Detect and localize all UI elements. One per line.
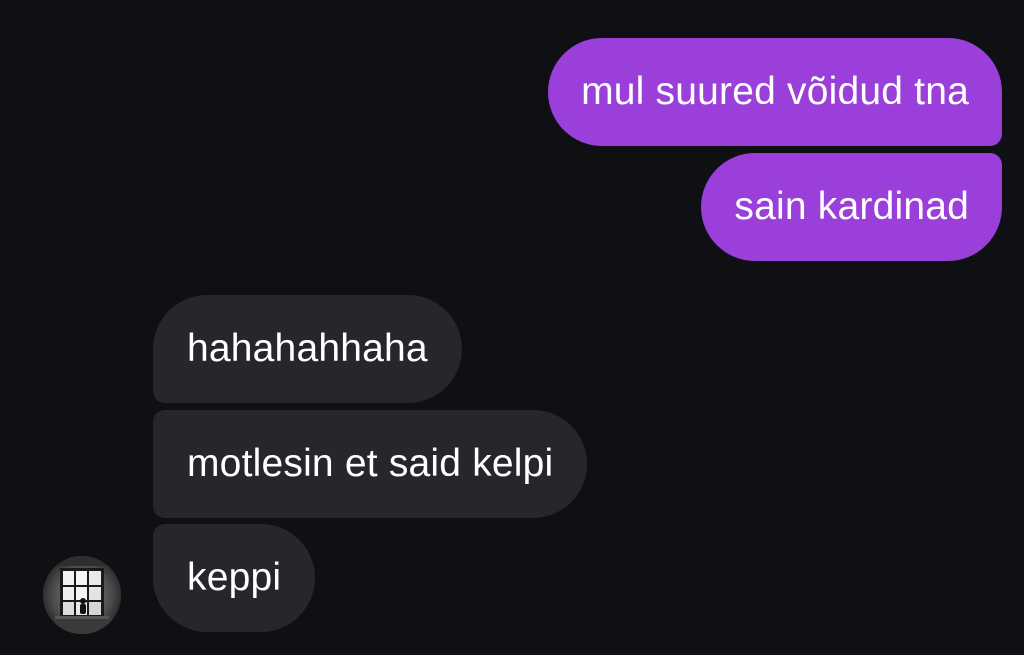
outgoing-message-bubble[interactable]: sain kardinad bbox=[701, 153, 1002, 261]
contact-avatar[interactable] bbox=[43, 556, 121, 634]
message-text: hahahahhaha bbox=[187, 327, 428, 370]
message-thread: mul suured võidud tna sain kardinad haha… bbox=[0, 0, 1024, 655]
incoming-message-bubble[interactable]: keppi bbox=[153, 524, 316, 632]
message-text: sain kardinad bbox=[734, 185, 969, 228]
message-text: motlesin et said kelpi bbox=[187, 442, 554, 485]
outgoing-message-bubble[interactable]: mul suured võidud tna bbox=[548, 38, 1002, 146]
incoming-message-bubble[interactable]: hahahahhaha bbox=[153, 295, 462, 403]
window-silhouette-photo-icon bbox=[43, 556, 121, 634]
incoming-message-bubble[interactable]: motlesin et said kelpi bbox=[153, 410, 588, 518]
message-text: mul suured võidud tna bbox=[581, 70, 969, 113]
message-text: keppi bbox=[187, 556, 282, 599]
